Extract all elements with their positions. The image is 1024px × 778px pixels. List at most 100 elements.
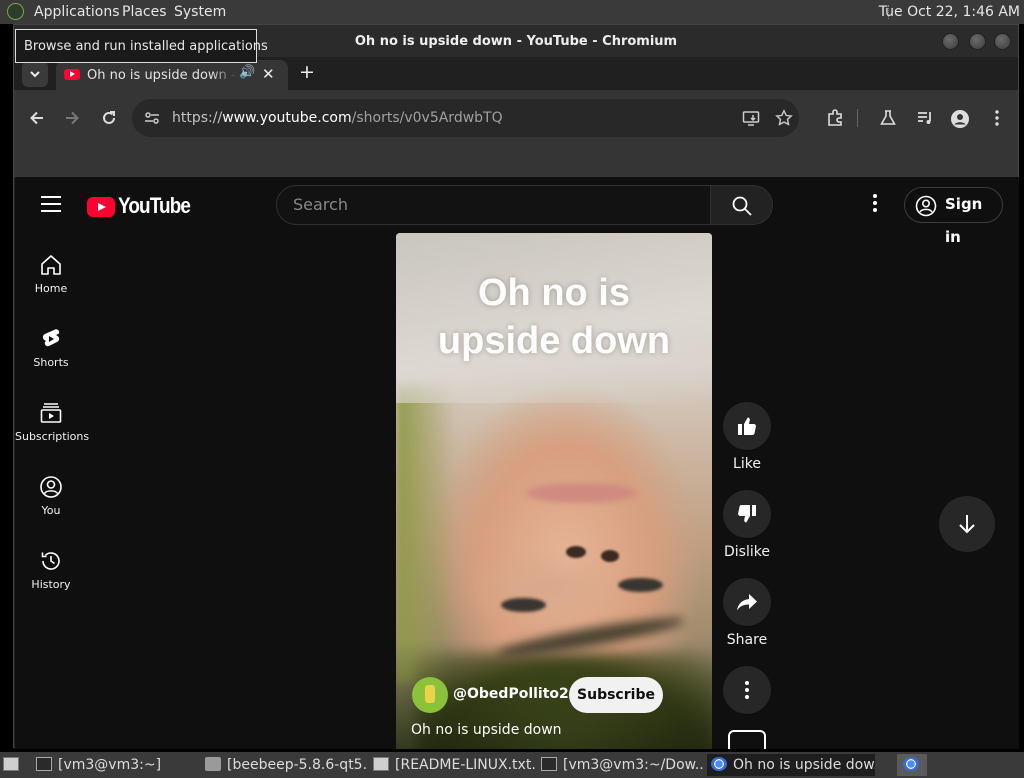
tab-title: Oh no is upside down - YouTube bbox=[87, 68, 237, 83]
tab-close-icon[interactable]: ✕ bbox=[262, 65, 275, 83]
channel-avatar[interactable] bbox=[412, 677, 448, 713]
install-app-icon[interactable] bbox=[742, 109, 760, 127]
share-action[interactable]: Share bbox=[723, 578, 771, 648]
more-kebab-icon bbox=[745, 681, 749, 699]
like-action[interactable]: Like bbox=[723, 402, 771, 472]
close-window-button[interactable] bbox=[994, 33, 1011, 50]
minimize-button[interactable] bbox=[942, 33, 959, 50]
overlay-line: upside down bbox=[437, 320, 671, 362]
search-button[interactable] bbox=[711, 185, 773, 225]
you-icon bbox=[40, 476, 62, 498]
clock[interactable]: Tue Oct 22, 1:46 AM bbox=[879, 4, 1020, 20]
shorts-icon bbox=[42, 329, 60, 347]
extensions-icon[interactable] bbox=[826, 109, 844, 127]
guide-item-home[interactable]: Home bbox=[15, 253, 87, 295]
hamburger-menu-icon[interactable] bbox=[41, 196, 61, 212]
next-short-button[interactable] bbox=[939, 496, 995, 552]
video-text-overlay: Oh no is upside down bbox=[396, 269, 712, 365]
menu-applications[interactable]: Applications bbox=[34, 4, 120, 20]
dislike-button[interactable] bbox=[723, 490, 771, 538]
menu-places[interactable]: Places bbox=[122, 4, 167, 20]
profile-icon[interactable] bbox=[950, 109, 970, 129]
guide-item-shorts[interactable]: Shorts bbox=[15, 327, 87, 369]
window-title: Oh no is upside down - YouTube - Chromiu… bbox=[354, 34, 678, 49]
video-frame-detail bbox=[566, 546, 586, 558]
tab-audio-icon[interactable]: 🔊 bbox=[239, 65, 255, 80]
chromium-icon bbox=[903, 757, 919, 771]
taskbar-item-label: Oh no is upside dow... bbox=[733, 757, 875, 773]
taskbar: [vm3@vm3:~] [beebeep-5.8.6-qt5... [READM… bbox=[0, 752, 1024, 778]
tab-search-button[interactable] bbox=[22, 61, 48, 87]
new-tab-button[interactable]: + bbox=[299, 62, 315, 82]
reload-icon[interactable] bbox=[100, 109, 118, 127]
subscribe-button[interactable]: Subscribe bbox=[569, 677, 663, 713]
search-input[interactable] bbox=[293, 195, 693, 214]
like-label: Like bbox=[733, 456, 761, 472]
video-frame-detail bbox=[501, 598, 546, 612]
video-frame-detail bbox=[526, 483, 636, 503]
applications-logo-icon[interactable] bbox=[7, 3, 24, 20]
taskbar-item-terminal[interactable]: [vm3@vm3:~] bbox=[36, 754, 198, 776]
guide-item-you[interactable]: You bbox=[15, 475, 87, 517]
taskbar-item-readme[interactable]: [README-LINUX.txt.... bbox=[373, 754, 535, 776]
taskbar-item-chromium[interactable]: Oh no is upside dow... bbox=[707, 754, 875, 776]
thumbs-down-icon bbox=[738, 505, 756, 523]
toolbar-separator bbox=[857, 109, 858, 127]
bookmarks-bar bbox=[14, 146, 1018, 178]
more-actions-button[interactable] bbox=[723, 666, 771, 714]
bookmark-star-icon[interactable] bbox=[775, 109, 793, 127]
youtube-page: YouTube Sign in Home Shorts Subscription… bbox=[15, 177, 1019, 749]
labs-flask-icon[interactable] bbox=[879, 109, 897, 127]
terminal-icon bbox=[541, 757, 557, 771]
menu-system[interactable]: System bbox=[174, 4, 226, 20]
video-frame-detail bbox=[618, 578, 663, 592]
url-text: https://www.youtube.com/shorts/v0v5Ardwb… bbox=[172, 110, 503, 126]
sign-in-button[interactable]: Sign in bbox=[904, 187, 1003, 246]
account-icon bbox=[915, 195, 937, 217]
home-icon bbox=[41, 255, 61, 275]
show-desktop-button[interactable] bbox=[3, 754, 25, 776]
more-actions[interactable] bbox=[723, 666, 771, 714]
history-icon bbox=[41, 552, 60, 570]
share-icon bbox=[737, 594, 757, 611]
youtube-wordmark: YouTube bbox=[118, 193, 191, 218]
search-icon bbox=[732, 196, 752, 216]
search-box bbox=[276, 185, 711, 225]
browser-window: Oh no is upside down - YouTube - Chromiu… bbox=[13, 24, 1019, 749]
dislike-label: Dislike bbox=[724, 544, 770, 560]
back-icon[interactable] bbox=[28, 109, 46, 127]
workspace-switcher[interactable] bbox=[897, 754, 927, 776]
site-settings-icon[interactable] bbox=[144, 110, 160, 126]
dislike-action[interactable]: Dislike bbox=[723, 490, 771, 560]
video-frame-detail bbox=[396, 383, 456, 683]
taskbar-item-terminal-downloads[interactable]: [vm3@vm3:~/Dow... bbox=[541, 754, 703, 776]
channel-name[interactable]: @ObedPollito285 bbox=[453, 686, 588, 702]
short-description[interactable]: Oh no is upside down bbox=[411, 722, 562, 738]
taskbar-item-folder[interactable]: [beebeep-5.8.6-qt5... bbox=[205, 754, 367, 776]
remix-action[interactable] bbox=[723, 730, 771, 749]
address-bar[interactable]: https://www.youtube.com/shorts/v0v5Ardwb… bbox=[132, 99, 799, 137]
guide-item-history[interactable]: History bbox=[15, 549, 87, 591]
guide-label: History bbox=[31, 578, 71, 591]
taskbar-item-label: [beebeep-5.8.6-qt5... bbox=[227, 757, 367, 773]
folder-icon bbox=[205, 757, 221, 771]
like-button[interactable] bbox=[723, 402, 771, 450]
guide-label: Subscriptions bbox=[15, 430, 90, 443]
chevron-down-icon bbox=[30, 71, 40, 78]
short-video-player[interactable]: Oh no is upside down @ObedPollito285 Sub… bbox=[396, 233, 712, 749]
youtube-play-icon bbox=[87, 197, 115, 217]
guide-item-subscriptions[interactable]: Subscriptions bbox=[15, 401, 90, 443]
share-button[interactable] bbox=[723, 578, 771, 626]
forward-icon[interactable] bbox=[63, 109, 81, 127]
tooltip: Browse and run installed applications bbox=[15, 29, 268, 63]
text-file-icon bbox=[373, 757, 389, 771]
terminal-icon bbox=[36, 757, 52, 771]
browser-tab[interactable]: Oh no is upside down - YouTube 🔊 ✕ bbox=[56, 60, 288, 93]
settings-kebab-icon[interactable] bbox=[865, 192, 885, 214]
remix-button[interactable] bbox=[728, 730, 766, 749]
media-controls-icon[interactable] bbox=[916, 109, 934, 127]
guide-label: Home bbox=[34, 282, 68, 295]
maximize-button[interactable] bbox=[969, 33, 986, 50]
menu-kebab-icon[interactable] bbox=[988, 109, 1006, 127]
overlay-line: Oh no is bbox=[478, 272, 630, 314]
